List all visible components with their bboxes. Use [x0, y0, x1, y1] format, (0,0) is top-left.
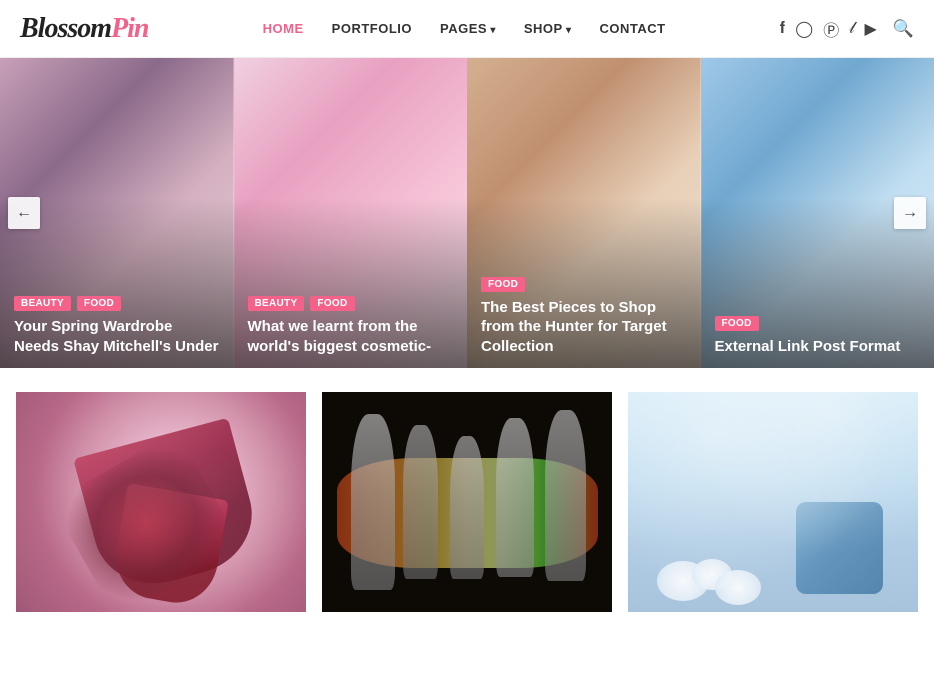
- carousel-item-content: BEAUTY FOOD What we learnt from the worl…: [234, 284, 468, 368]
- grid-card-image: [16, 392, 306, 612]
- carousel-prev-button[interactable]: ←: [8, 197, 40, 229]
- facebook-icon[interactable]: 𝐟: [780, 20, 786, 38]
- tag-group: FOOD: [481, 277, 687, 292]
- search-icon[interactable]: 🔍: [893, 19, 914, 39]
- nav-portfolio[interactable]: PORTFOLIO: [332, 21, 412, 36]
- carousel: ← BEAUTY FOOD Your Spring Wardrobe Needs…: [0, 58, 934, 368]
- grid-card-image: [628, 392, 918, 612]
- nav-home[interactable]: HOME: [263, 21, 304, 36]
- instagram-icon[interactable]: ◯: [795, 19, 813, 39]
- grid-card[interactable]: [16, 392, 306, 612]
- pinterest-icon[interactable]: Ⓟ: [823, 17, 839, 41]
- logo-pin: Pin: [111, 13, 148, 44]
- logo-blossom: Blossom: [20, 13, 111, 44]
- header: BlossomPin HOME PORTFOLIO PAGES SHOP CON…: [0, 0, 934, 58]
- tag-beauty: BEAUTY: [14, 296, 71, 311]
- tag-group: BEAUTY FOOD: [14, 296, 220, 311]
- carousel-item-content: FOOD The Best Pieces to Shop from the Hu…: [467, 265, 701, 369]
- main-nav: HOME PORTFOLIO PAGES SHOP CONTACT: [263, 21, 666, 36]
- carousel-title: The Best Pieces to Shop from the Hunter …: [481, 298, 687, 357]
- tag-food: FOOD: [715, 316, 759, 331]
- carousel-title: External Link Post Format: [715, 337, 921, 357]
- tag-group: FOOD: [715, 316, 921, 331]
- social-icons: 𝐟 ◯ Ⓟ 𝓁 ▶ 🔍: [780, 17, 914, 41]
- tag-food: FOOD: [481, 277, 525, 292]
- tag-food: FOOD: [310, 296, 354, 311]
- grid-card-image: [322, 392, 612, 612]
- linkedin-icon[interactable]: 𝓁: [849, 20, 854, 38]
- tag-beauty: BEAUTY: [248, 296, 305, 311]
- carousel-title: What we learnt from the world's biggest …: [248, 317, 454, 356]
- carousel-item[interactable]: FOOD The Best Pieces to Shop from the Hu…: [467, 58, 701, 368]
- grid-card[interactable]: [628, 392, 918, 612]
- tag-food: FOOD: [77, 296, 121, 311]
- logo[interactable]: BlossomPin: [20, 13, 149, 45]
- grid-card[interactable]: [322, 392, 612, 612]
- nav-pages[interactable]: PAGES: [440, 21, 496, 36]
- carousel-title: Your Spring Wardrobe Needs Shay Mitchell…: [14, 317, 220, 356]
- nav-shop[interactable]: SHOP: [524, 21, 572, 36]
- grid-section: [0, 372, 934, 632]
- carousel-item[interactable]: BEAUTY FOOD What we learnt from the worl…: [234, 58, 468, 368]
- carousel-next-button[interactable]: →: [894, 197, 926, 229]
- nav-contact[interactable]: CONTACT: [600, 21, 666, 36]
- youtube-icon[interactable]: ▶: [865, 19, 877, 39]
- carousel-item-content: BEAUTY FOOD Your Spring Wardrobe Needs S…: [0, 284, 234, 368]
- tag-group: BEAUTY FOOD: [248, 296, 454, 311]
- carousel-item-content: FOOD External Link Post Format: [701, 304, 934, 369]
